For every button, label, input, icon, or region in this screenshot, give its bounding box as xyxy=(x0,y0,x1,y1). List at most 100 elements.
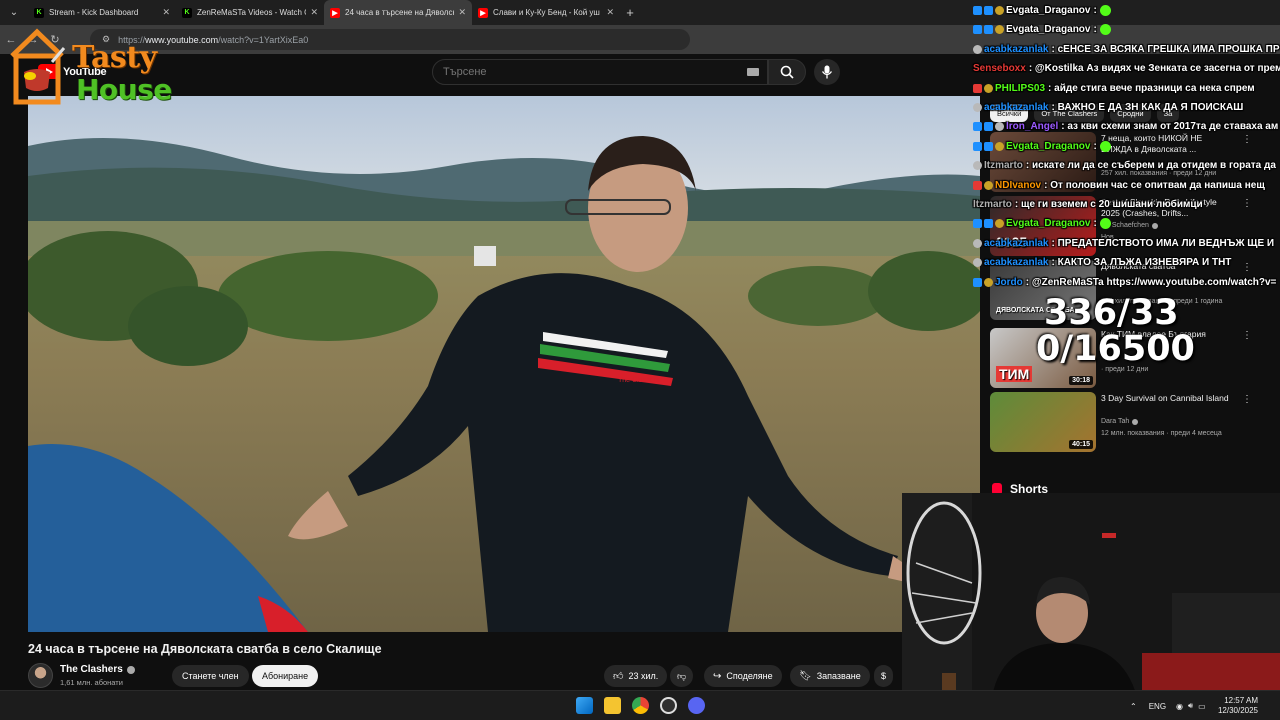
video-player[interactable]: The Clashers xyxy=(28,96,980,632)
browser-tab[interactable]: ▶ Слави и Ку-Ку Бенд - Кой уш ✕ xyxy=(472,0,620,25)
youtube-icon: ▶ xyxy=(478,7,488,18)
bookmark-icon: 🔖︎ xyxy=(799,670,812,682)
recommended-video[interactable]: 7 неща, които НИКОЙ НЕ ВИЖДА в Дяволскат… xyxy=(990,132,1280,192)
recommended-video[interactable]: 40:15 3 Day Survival on Cannibal Island Da… xyxy=(990,392,1280,452)
chrome-icon[interactable] xyxy=(632,697,649,714)
video-thumbnail[interactable]: 40:15 xyxy=(990,392,1096,452)
wifi-icon[interactable]: ◉ xyxy=(1176,702,1183,711)
search-icon xyxy=(780,65,794,79)
video-frame: The Clashers xyxy=(28,96,980,632)
reload-icon[interactable]: ↻ xyxy=(44,33,66,46)
verified-check-icon xyxy=(126,665,135,674)
obs-icon[interactable] xyxy=(660,697,677,714)
tab-close-icon[interactable]: ✕ xyxy=(162,7,170,18)
channel-name-link[interactable]: The Clashers xyxy=(60,664,135,675)
thumbs-down-icon: 👎︎ xyxy=(677,670,687,681)
site-info-icon[interactable]: ⚙ xyxy=(102,34,110,45)
join-member-button[interactable]: Станете член xyxy=(172,665,249,687)
search-button[interactable] xyxy=(768,59,806,85)
recommended-video-title[interactable]: 7 неща, които НИКОЙ НЕ ВИЖДА в Дяволскат… xyxy=(1101,133,1231,155)
tab-close-icon[interactable]: ✕ xyxy=(310,7,318,18)
like-button[interactable]: 👍︎ 23 хил. xyxy=(604,665,668,687)
shirt-print-text: The Clashers xyxy=(618,377,660,384)
url-scheme: https:// xyxy=(118,34,146,45)
verified-check-icon xyxy=(1151,222,1158,229)
recommended-video-title[interactable]: Best of Slovakia Rally Lifestyle 2025 (C… xyxy=(1101,197,1231,219)
youtube-logo-text: YouTube xyxy=(63,65,107,78)
recommended-video-meta: Нов xyxy=(1101,234,1114,241)
dislike-button[interactable]: 👎︎ xyxy=(670,665,694,687)
browser-tab[interactable]: K Stream - Kick Dashboard ✕ xyxy=(28,0,176,25)
filter-chip[interactable]: От The Clashers xyxy=(1034,104,1105,122)
volume-icon[interactable]: 🔊︎ xyxy=(1188,701,1193,711)
system-clock[interactable]: 12:57 AM 12/30/2025 xyxy=(1208,696,1258,716)
tab-title: ZenReMaSTa Videos - Watch O xyxy=(197,8,307,17)
more-options-icon[interactable]: ⋮ xyxy=(1242,134,1252,145)
goal-counter-line-2: 0/16500 xyxy=(1036,329,1195,369)
youtube-icon: ▶ xyxy=(330,7,340,18)
new-tab-plus-icon[interactable]: + xyxy=(620,5,640,20)
back-arrow-icon[interactable]: ← xyxy=(0,34,22,46)
voice-search-button[interactable] xyxy=(814,59,840,85)
goal-counter-line-1: 336/33 xyxy=(1044,293,1179,333)
browser-tab[interactable]: K ZenReMaSTa Videos - Watch O ✕ xyxy=(176,0,324,25)
recommended-video-meta: 12 млн. показвания · преди 4 месеца xyxy=(1101,430,1222,437)
video-title: 24 часа в търсене на Дяволската сватба в… xyxy=(28,642,382,656)
recommended-channel[interactable]: JG Schaefchen xyxy=(1101,222,1158,229)
recommended-video[interactable]: 2025 Best of Slovakia Rally Lifestyle 202… xyxy=(990,196,1280,256)
tab-title: Слави и Ку-Ку Бенд - Кой уш xyxy=(493,8,600,17)
search-input[interactable] xyxy=(443,66,733,78)
browser-tab[interactable]: ▶ 24 часа в търсене на Дяволск ✕ xyxy=(324,0,472,25)
filter-chip[interactable]: Сродни xyxy=(1110,104,1151,122)
url-host: www.youtube.com xyxy=(145,34,219,45)
youtube-logo[interactable]: YouTube xyxy=(38,64,107,79)
discord-icon[interactable] xyxy=(688,697,705,714)
keyboard-icon[interactable] xyxy=(747,68,759,76)
search-box[interactable] xyxy=(432,59,768,85)
url-path: /watch?v=1YartXixEa0 xyxy=(218,34,309,45)
forward-arrow-icon[interactable]: → xyxy=(22,34,44,46)
youtube-header: YouTube xyxy=(0,54,980,94)
start-windows-icon[interactable] xyxy=(576,697,593,714)
thanks-icon: $ xyxy=(881,671,887,681)
filter-chip[interactable]: Всички xyxy=(990,104,1029,122)
tab-close-icon[interactable]: ✕ xyxy=(606,7,614,18)
video-thumbnail[interactable]: 2025 xyxy=(990,196,1096,256)
more-options-icon[interactable]: ⋮ xyxy=(1242,198,1252,209)
kick-icon: K xyxy=(34,7,44,18)
file-explorer-icon[interactable] xyxy=(604,697,621,714)
share-arrow-icon: ↪ xyxy=(713,670,722,682)
microphone-icon xyxy=(821,65,833,79)
thanks-button[interactable]: $ xyxy=(874,665,894,687)
windows-taskbar: ⌃ ENG ◉ 🔊︎ ▭ 12:57 AM 12/30/2025 xyxy=(0,690,1280,720)
language-indicator[interactable]: ENG xyxy=(1149,702,1166,711)
video-thumbnail[interactable] xyxy=(990,132,1096,192)
webcam-feed xyxy=(902,493,1280,697)
tab-title: Stream - Kick Dashboard xyxy=(49,8,139,17)
tab-close-icon[interactable]: ✕ xyxy=(458,7,466,18)
recommended-channel[interactable]: Dara Tah xyxy=(1101,418,1139,425)
channel-avatar[interactable] xyxy=(28,663,53,688)
recommended-video-meta: 257 хил. показвания · преди 12 дни xyxy=(1101,170,1217,177)
save-button[interactable]: 🔖︎ Запазване xyxy=(790,665,870,687)
recommended-video-title[interactable]: 3 Day Survival on Cannibal Island xyxy=(1101,393,1231,404)
address-bar[interactable]: ⚙ https://www.youtube.com/watch?v=1YartX… xyxy=(90,29,690,50)
battery-icon[interactable]: ▭ xyxy=(1198,702,1206,711)
filter-chip[interactable]: За xyxy=(1156,104,1180,122)
thumbnail-text: ТИМ xyxy=(996,366,1033,382)
webcam-frame xyxy=(902,493,1280,697)
more-options-icon[interactable]: ⋮ xyxy=(1242,394,1252,405)
video-duration: 30:18 xyxy=(1069,376,1093,385)
more-options-icon[interactable]: ⋮ xyxy=(1242,262,1252,273)
share-button[interactable]: ↪ Споделяне xyxy=(704,665,782,687)
clock-time: 12:57 AM xyxy=(1224,696,1258,705)
recommended-video-title[interactable]: Дяволската сватба xyxy=(1101,261,1231,272)
channel-name: The Clashers xyxy=(60,664,123,675)
subscribe-button[interactable]: Абониране xyxy=(252,665,319,687)
more-options-icon[interactable]: ⋮ xyxy=(1242,330,1252,341)
tab-search-chevron-icon[interactable]: ⌄ xyxy=(4,3,24,23)
thumbnail-text: 2025 xyxy=(996,234,1028,250)
system-tray: ⌃ ENG ◉ 🔊︎ ▭ xyxy=(1130,691,1206,720)
tray-overflow-chevron-icon[interactable]: ⌃ xyxy=(1130,702,1137,711)
subscriber-count: 1,61 млн. абонати xyxy=(60,678,123,687)
